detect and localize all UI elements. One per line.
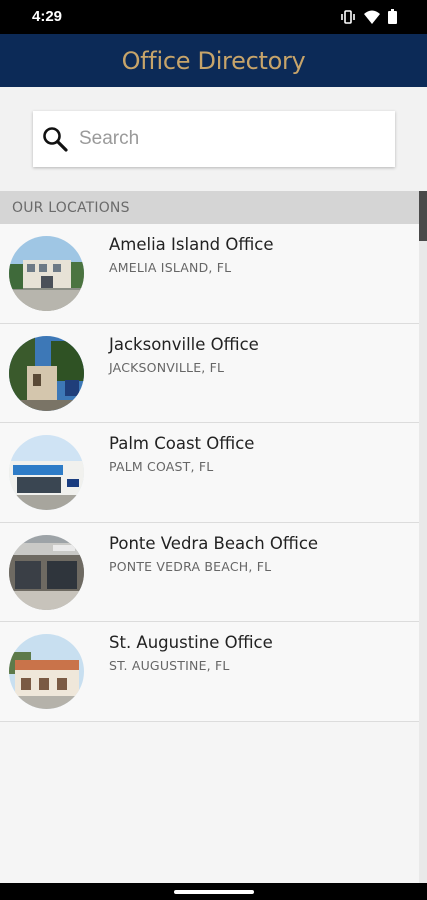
office-row-st-augustine[interactable]: St. Augustine Office ST. AUGUSTINE, FL	[0, 622, 419, 722]
page-title: Office Directory	[121, 46, 306, 75]
office-photo-ponte-vedra	[9, 534, 84, 610]
office-row-amelia-island[interactable]: Amelia Island Office AMELIA ISLAND, FL	[0, 224, 419, 324]
office-row-jacksonville[interactable]: Jacksonville Office JACKSONVILLE, FL	[0, 323, 419, 423]
office-location: ST. AUGUSTINE, FL	[109, 658, 230, 673]
office-name: Amelia Island Office	[109, 235, 274, 254]
office-location: AMELIA ISLAND, FL	[109, 260, 232, 275]
office-row-ponte-vedra[interactable]: Ponte Vedra Beach Office PONTE VEDRA BEA…	[0, 522, 419, 622]
search-area	[0, 87, 427, 191]
search-box[interactable]	[33, 111, 395, 167]
office-list: Amelia Island Office AMELIA ISLAND, FL J…	[0, 224, 419, 722]
wifi-icon	[364, 10, 380, 24]
office-photo-st-augustine	[9, 634, 84, 709]
office-photo-palm-coast	[9, 435, 84, 510]
app-bar: Office Directory	[0, 34, 427, 87]
office-name: Palm Coast Office	[109, 434, 255, 453]
search-icon	[43, 127, 68, 152]
office-name: St. Augustine Office	[109, 633, 273, 652]
status-time: 4:29	[32, 8, 63, 25]
section-header: OUR LOCATIONS	[0, 191, 419, 224]
office-name: Ponte Vedra Beach Office	[109, 533, 319, 553]
status-icons	[340, 9, 397, 24]
office-location: PALM COAST, FL	[109, 459, 214, 474]
office-row-palm-coast[interactable]: Palm Coast Office PALM COAST, FL	[0, 423, 419, 523]
scrollbar-track[interactable]	[419, 191, 427, 883]
office-photo-amelia-island	[9, 236, 84, 311]
vibrate-icon	[341, 9, 355, 24]
scrollbar-thumb[interactable]	[419, 191, 427, 241]
office-photo-jacksonville	[9, 335, 84, 411]
home-handle[interactable]	[174, 890, 254, 894]
section-label: OUR LOCATIONS	[12, 200, 130, 216]
navigation-bar	[0, 883, 427, 900]
search-input[interactable]	[79, 123, 379, 155]
office-location: PONTE VEDRA BEACH, FL	[109, 558, 272, 574]
office-name: Jacksonville Office	[109, 334, 259, 354]
office-location: JACKSONVILLE, FL	[109, 359, 225, 375]
status-bar: 4:29	[0, 0, 427, 34]
battery-icon	[388, 9, 397, 24]
